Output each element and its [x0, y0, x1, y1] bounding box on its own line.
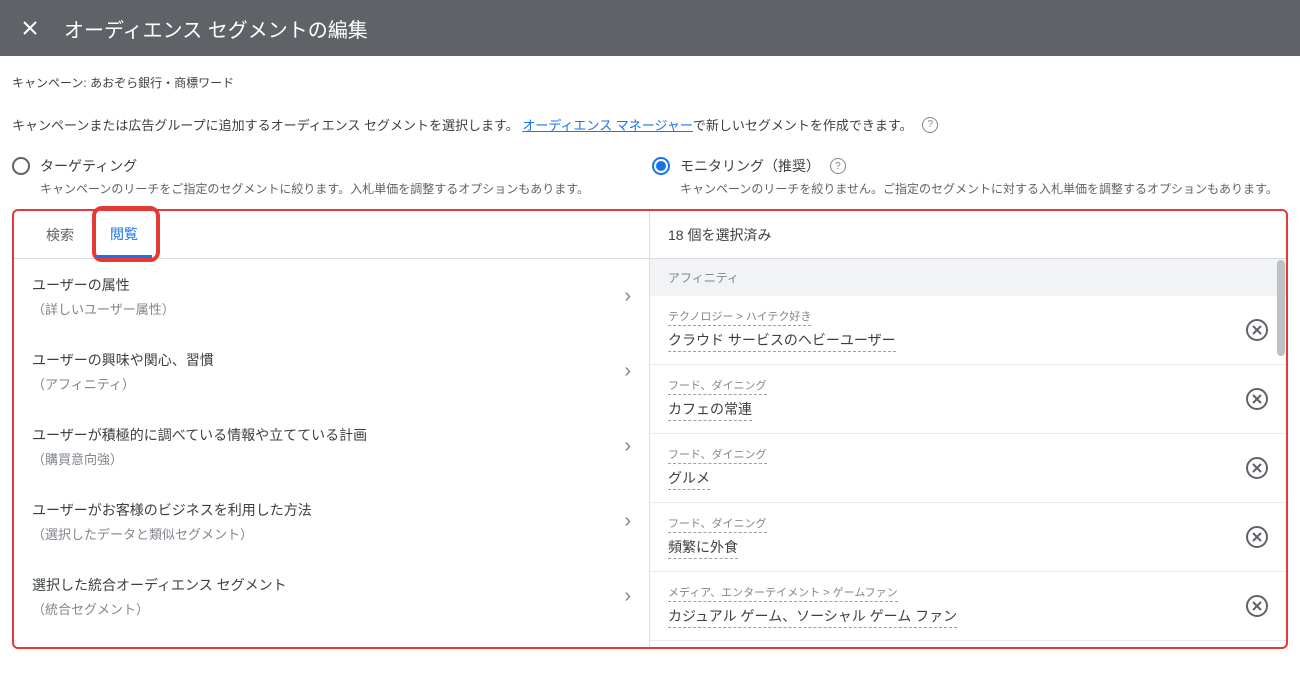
help-icon[interactable]: ? [922, 117, 938, 133]
browse-item[interactable]: 選択した統合オーディエンス セグメント （統合セグメント） › [14, 559, 649, 634]
selected-group-header: アフィニティ [650, 259, 1286, 296]
chevron-right-icon: › [624, 285, 631, 308]
remove-icon[interactable] [1246, 595, 1268, 617]
scrollbar[interactable] [1277, 260, 1285, 356]
selected-item-title: グルメ [668, 468, 710, 490]
radio-monitoring-title: モニタリング（推奨） [680, 156, 820, 176]
remove-icon[interactable] [1246, 457, 1268, 479]
browse-item-sub: （統合セグメント） [32, 599, 287, 618]
tab-search[interactable]: 検索 [32, 212, 88, 258]
chevron-right-icon: › [624, 360, 631, 383]
panel-right: 18 個を選択済み アフィニティテクノロジー > ハイテク好きクラウド サービス… [650, 211, 1286, 647]
browse-item-sub: （アフィニティ） [32, 374, 214, 393]
selected-item: フード、ダイニンググルメ [650, 434, 1286, 503]
description-prefix: キャンペーンまたは広告グループに追加するオーディエンス セグメントを選択します。 [12, 115, 519, 134]
campaign-breadcrumb: キャンペーン: あおぞら銀行・商標ワード [12, 74, 1288, 91]
selected-count: 18 個を選択済み [650, 211, 1286, 259]
browse-item[interactable]: ユーザーの興味や関心、習慣 （アフィニティ） › [14, 334, 649, 409]
chevron-right-icon: › [624, 510, 631, 533]
selected-item: メディア、エンターテイメント > ゲームファンカジュアル ゲーム、ソーシャル ゲ… [650, 572, 1286, 641]
remove-icon[interactable] [1246, 319, 1268, 341]
radio-monitoring-sub: キャンペーンのリーチを絞りません。ご指定のセグメントに対する入札単価を調整するオ… [680, 180, 1278, 197]
selected-item: フード、ダイニングカフェの常連 [650, 365, 1286, 434]
browse-item-sub: （詳しいユーザー属性） [32, 299, 175, 318]
segment-panel: 検索 閲覧 ユーザーの属性 （詳しいユーザー属性） › ユーザーの興味や関心、習慣 （ア… [12, 209, 1288, 649]
radio-targeting-title: ターゲティング [40, 156, 589, 176]
selected-item-title: クラウド サービスのヘビーユーザー [668, 330, 896, 352]
browse-item-title: ユーザーの興味や関心、習慣 [32, 350, 214, 370]
radio-icon[interactable] [652, 157, 670, 175]
selected-item-title: 頻繁に外食 [668, 537, 738, 559]
selected-item: テクノロジー > ハイテク好きクラウド サービスのヘビーユーザー [650, 296, 1286, 365]
browse-item-title: ユーザーがお客様のビジネスを利用した方法 [32, 500, 312, 520]
selected-item-crumb: フード、ダイニング [668, 446, 767, 464]
selected-item-crumb: メディア、エンターテイメント > ゲームファン [668, 584, 898, 602]
browse-item-title: ユーザーの属性 [32, 275, 175, 295]
tabs: 検索 閲覧 [14, 211, 649, 259]
campaign-label: キャンペーン: [12, 76, 87, 90]
chevron-right-icon: › [624, 435, 631, 458]
selected-item-crumb: フード、ダイニング [668, 515, 767, 533]
browse-item-sub: （購買意向強） [32, 449, 367, 468]
remove-icon[interactable] [1246, 388, 1268, 410]
radio-targeting[interactable]: ターゲティング キャンペーンのリーチをご指定のセグメントに絞ります。入札単価を調… [12, 156, 652, 197]
description-suffix: で新しいセグメントを作成できます。 [693, 115, 913, 134]
selected-list: アフィニティテクノロジー > ハイテク好きクラウド サービスのヘビーユーザーフー… [650, 259, 1286, 647]
remove-icon[interactable] [1246, 526, 1268, 548]
radio-targeting-sub: キャンペーンのリーチをご指定のセグメントに絞ります。入札単価を調整するオプション… [40, 180, 589, 197]
selected-item-title: カジュアル ゲーム、ソーシャル ゲーム ファン [668, 606, 957, 628]
chevron-right-icon: › [624, 585, 631, 608]
browse-item-title: ユーザーが積極的に調べている情報や立てている計画 [32, 425, 367, 445]
campaign-name: あおぞら銀行・商標ワード [90, 76, 234, 90]
radio-icon[interactable] [12, 157, 30, 175]
selected-item: フード、ダイニング頻繁に外食 [650, 503, 1286, 572]
browse-item-sub: （選択したデータと類似セグメント） [32, 524, 312, 543]
browse-item[interactable]: ユーザーがお客様のビジネスを利用した方法 （選択したデータと類似セグメント） › [14, 484, 649, 559]
audience-manager-link[interactable]: オーディエンス マネージャー [522, 115, 693, 134]
radio-monitoring[interactable]: モニタリング（推奨） ? キャンペーンのリーチを絞りません。ご指定のセグメントに… [652, 156, 1278, 197]
browse-item[interactable]: ユーザーが積極的に調べている情報や立てている計画 （購買意向強） › [14, 409, 649, 484]
browse-item[interactable]: ユーザーの属性 （詳しいユーザー属性） › [14, 259, 649, 334]
dialog-header: オーディエンス セグメントの編集 [0, 0, 1300, 56]
close-icon[interactable] [18, 16, 42, 40]
dialog-title: オーディエンス セグメントの編集 [64, 14, 368, 43]
panel-left: 検索 閲覧 ユーザーの属性 （詳しいユーザー属性） › ユーザーの興味や関心、習慣 （ア… [14, 211, 650, 647]
selected-item-crumb: フード、ダイニング [668, 377, 767, 395]
tab-browse[interactable]: 閲覧 [96, 210, 152, 258]
help-icon[interactable]: ? [830, 158, 846, 174]
selected-item-crumb: テクノロジー > ハイテク好き [668, 308, 811, 326]
browse-list: ユーザーの属性 （詳しいユーザー属性） › ユーザーの興味や関心、習慣 （アフィニティ）… [14, 259, 649, 647]
browse-item-title: 選択した統合オーディエンス セグメント [32, 575, 287, 595]
description-line: キャンペーンまたは広告グループに追加するオーディエンス セグメントを選択します。… [12, 115, 1288, 134]
selected-item-title: カフェの常連 [668, 399, 752, 421]
